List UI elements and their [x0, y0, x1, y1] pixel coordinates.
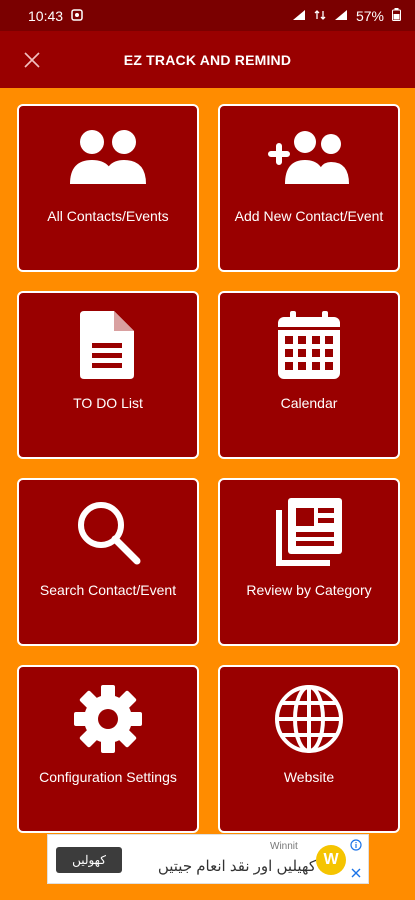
tile-label: Website	[283, 769, 335, 785]
status-bar: 10:43 57%	[0, 0, 415, 31]
notification-icon	[71, 8, 83, 24]
tile-calendar[interactable]: Calendar	[218, 291, 400, 459]
gear-icon	[66, 683, 150, 755]
tile-website[interactable]: Website	[218, 665, 400, 833]
app-bar: EZ TRACK AND REMIND	[0, 31, 415, 88]
tile-label: Review by Category	[246, 582, 372, 598]
battery-icon	[392, 7, 401, 24]
status-right: 57%	[292, 7, 401, 24]
document-icon	[66, 309, 150, 381]
ad-brand: Winnit	[270, 841, 298, 852]
globe-icon	[267, 683, 351, 755]
battery-percent: 57%	[355, 7, 384, 24]
add-people-icon	[267, 122, 351, 194]
tile-configuration-settings[interactable]: Configuration Settings	[17, 665, 199, 833]
category-icon	[267, 496, 351, 568]
tile-label: Calendar	[280, 395, 338, 411]
status-time: 10:43	[28, 7, 64, 24]
ad-banner[interactable]: کھولیں کھیلیں اور نقد انعام جیتیں Winnit…	[47, 834, 369, 884]
tile-todo-list[interactable]: TO DO List	[17, 291, 199, 459]
calendar-icon	[267, 309, 351, 381]
tile-label: Search Contact/Event	[39, 582, 177, 598]
people-icon	[66, 122, 150, 194]
status-left: 10:43	[28, 8, 83, 24]
ad-logo-letter: W	[323, 851, 339, 868]
tile-add-new-contact-event[interactable]: Add New Contact/Event	[218, 104, 400, 272]
app-title: EZ TRACK AND REMIND	[123, 51, 292, 68]
ad-open-button[interactable]: کھولیں	[56, 847, 122, 873]
menu-grid: All Contacts/Events Add New Contact/Even…	[17, 104, 400, 833]
signal-icon	[292, 8, 306, 24]
info-icon[interactable]	[350, 839, 362, 851]
close-icon[interactable]	[350, 867, 362, 879]
ad-text: کھیلیں اور نقد انعام جیتیں	[157, 858, 316, 875]
tile-label: TO DO List	[73, 395, 143, 411]
signal-icon-2	[334, 8, 348, 24]
tile-label: All Contacts/Events	[47, 208, 169, 224]
tile-all-contacts-events[interactable]: All Contacts/Events	[17, 104, 199, 272]
data-icon	[314, 8, 326, 24]
tile-review-by-category[interactable]: Review by Category	[218, 478, 400, 646]
tile-search-contact-event[interactable]: Search Contact/Event	[17, 478, 199, 646]
search-icon	[66, 496, 150, 568]
ad-logo: W	[316, 845, 346, 875]
tile-label: Add New Contact/Event	[234, 208, 384, 224]
tile-label: Configuration Settings	[39, 769, 177, 785]
